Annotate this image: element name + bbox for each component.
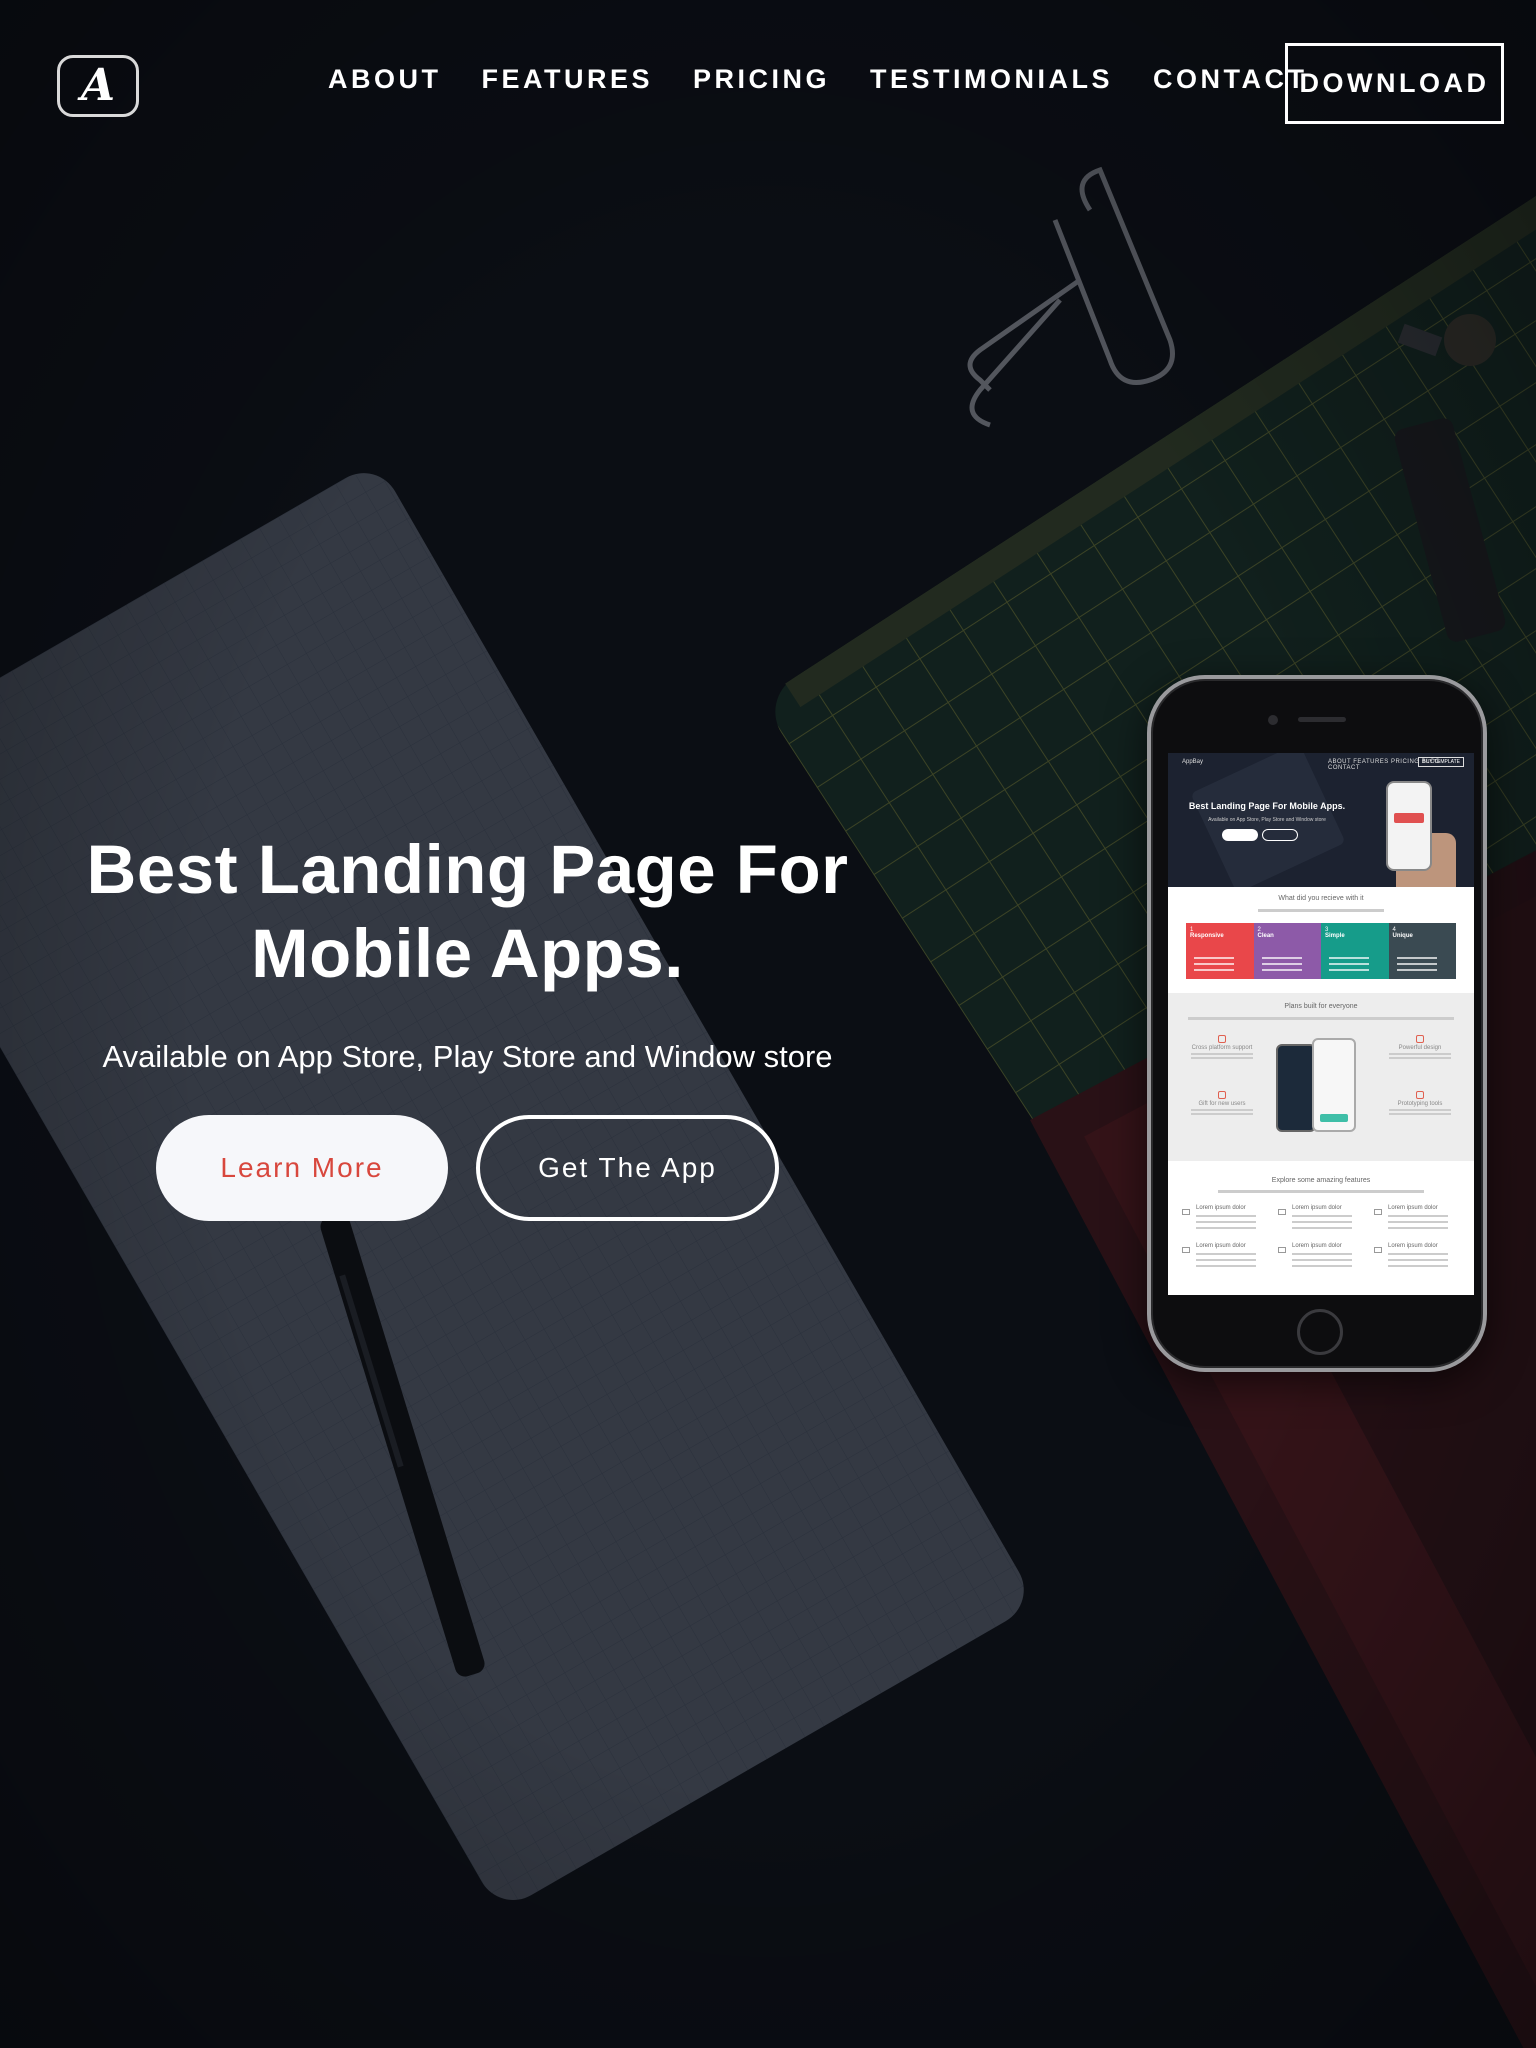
preview-phones-image [1276,1038,1364,1136]
preview-navbar: AppBay ABOUT FEATURES PRICING BLOG CONTA… [1178,757,1468,771]
nav-links: ABOUT FEATURES PRICING TESTIMONIALS CONT… [328,62,1348,96]
top-navbar: A ABOUT FEATURES PRICING TESTIMONIALS CO… [0,0,1536,170]
preview-card-clean: 2 Clean [1253,923,1321,979]
nav-link-features[interactable]: FEATURES [482,62,654,96]
preview-card-simple: 3 Simple [1321,923,1389,979]
preview-section1-title: What did you recieve with it [1278,895,1364,902]
preview-feature-icon [1416,1091,1424,1099]
hero-headline-line1: Best Landing Page For [86,831,849,908]
hero-section: A ABOUT FEATURES PRICING TESTIMONIALS CO… [0,0,1536,2048]
preview-card-label: Simple [1325,933,1345,939]
preview-feature-cards: 1 Responsive 2 Clean 3 Simple 4 Unique [1186,923,1456,979]
preview-subtitle: Available on App Store, Play Store and W… [1208,817,1326,823]
preview-feature-prototyping: Prototyping tools [1380,1091,1460,1115]
preview-mini-phone [1386,781,1432,871]
preview-card-unique: 4 Unique [1388,923,1456,979]
preview-title: Best Landing Page For Mobile Apps. [1188,801,1346,811]
preview-card-label: Unique [1392,933,1413,939]
preview-feature-icon [1218,1091,1226,1099]
preview-nav-button: BUY TEMPLATE [1418,757,1464,767]
phone-camera-icon [1268,715,1278,725]
preview-feature-gift: Gift for new users [1182,1091,1262,1115]
nav-link-testimonials[interactable]: TESTIMONIALS [870,62,1113,96]
preview-section3-title: Explore some amazing features [1271,1177,1371,1184]
brand-logo-icon[interactable]: A [57,55,139,117]
preview-feature-cross-platform: Cross platform support [1182,1035,1262,1059]
preview-feature-powerful-design: Powerful design [1380,1035,1460,1059]
preview-logo: AppBay [1182,759,1204,765]
preview-plans-section: Plans built for everyone Cross platform … [1168,993,1474,1161]
preview-grid-item: Lorem ipsum dolor [1182,1243,1272,1277]
preview-section1-sub [1258,909,1384,912]
preview-button-get [1262,829,1298,841]
phone-mockup: AppBay ABOUT FEATURES PRICING BLOG CONTA… [1147,675,1487,1372]
hero-headline: Best Landing Page For Mobile Apps. [60,828,875,996]
preview-section3-sub [1218,1190,1424,1193]
phone-home-button [1297,1309,1343,1355]
preview-button-learn [1222,829,1258,841]
hero-headline-line2: Mobile Apps. [251,915,684,992]
preview-grid-item: Lorem ipsum dolor [1182,1205,1272,1239]
nav-link-about[interactable]: ABOUT [328,62,442,96]
preview-grid-item: Lorem ipsum dolor [1278,1205,1368,1239]
preview-card-label: Clean [1257,933,1274,939]
phone-speaker [1298,717,1346,722]
preview-section2-sub [1188,1017,1454,1020]
preview-feature-icon [1416,1035,1424,1043]
preview-feature-icon [1218,1035,1226,1043]
get-the-app-button[interactable]: Get The App [476,1115,779,1221]
preview-explore-section: Explore some amazing features Lorem ipsu… [1168,1171,1474,1295]
preview-card-responsive: 1 Responsive [1186,923,1254,979]
preview-grid-item: Lorem ipsum dolor [1374,1205,1464,1239]
preview-grid-item: Lorem ipsum dolor [1374,1243,1464,1277]
preview-hero: AppBay ABOUT FEATURES PRICING BLOG CONTA… [1168,753,1474,887]
nav-link-pricing[interactable]: PRICING [693,62,830,96]
hero-subline: Available on App Store, Play Store and W… [102,1039,833,1074]
preview-section2-title: Plans built for everyone [1284,1003,1358,1010]
phone-screen-preview: AppBay ABOUT FEATURES PRICING BLOG CONTA… [1168,753,1474,1295]
learn-more-button[interactable]: Learn More [156,1115,448,1221]
download-button[interactable]: DOWNLOAD [1285,43,1504,124]
logo-glyph: A [80,60,116,111]
preview-card-label: Responsive [1190,933,1224,939]
preview-grid-item: Lorem ipsum dolor [1278,1243,1368,1277]
